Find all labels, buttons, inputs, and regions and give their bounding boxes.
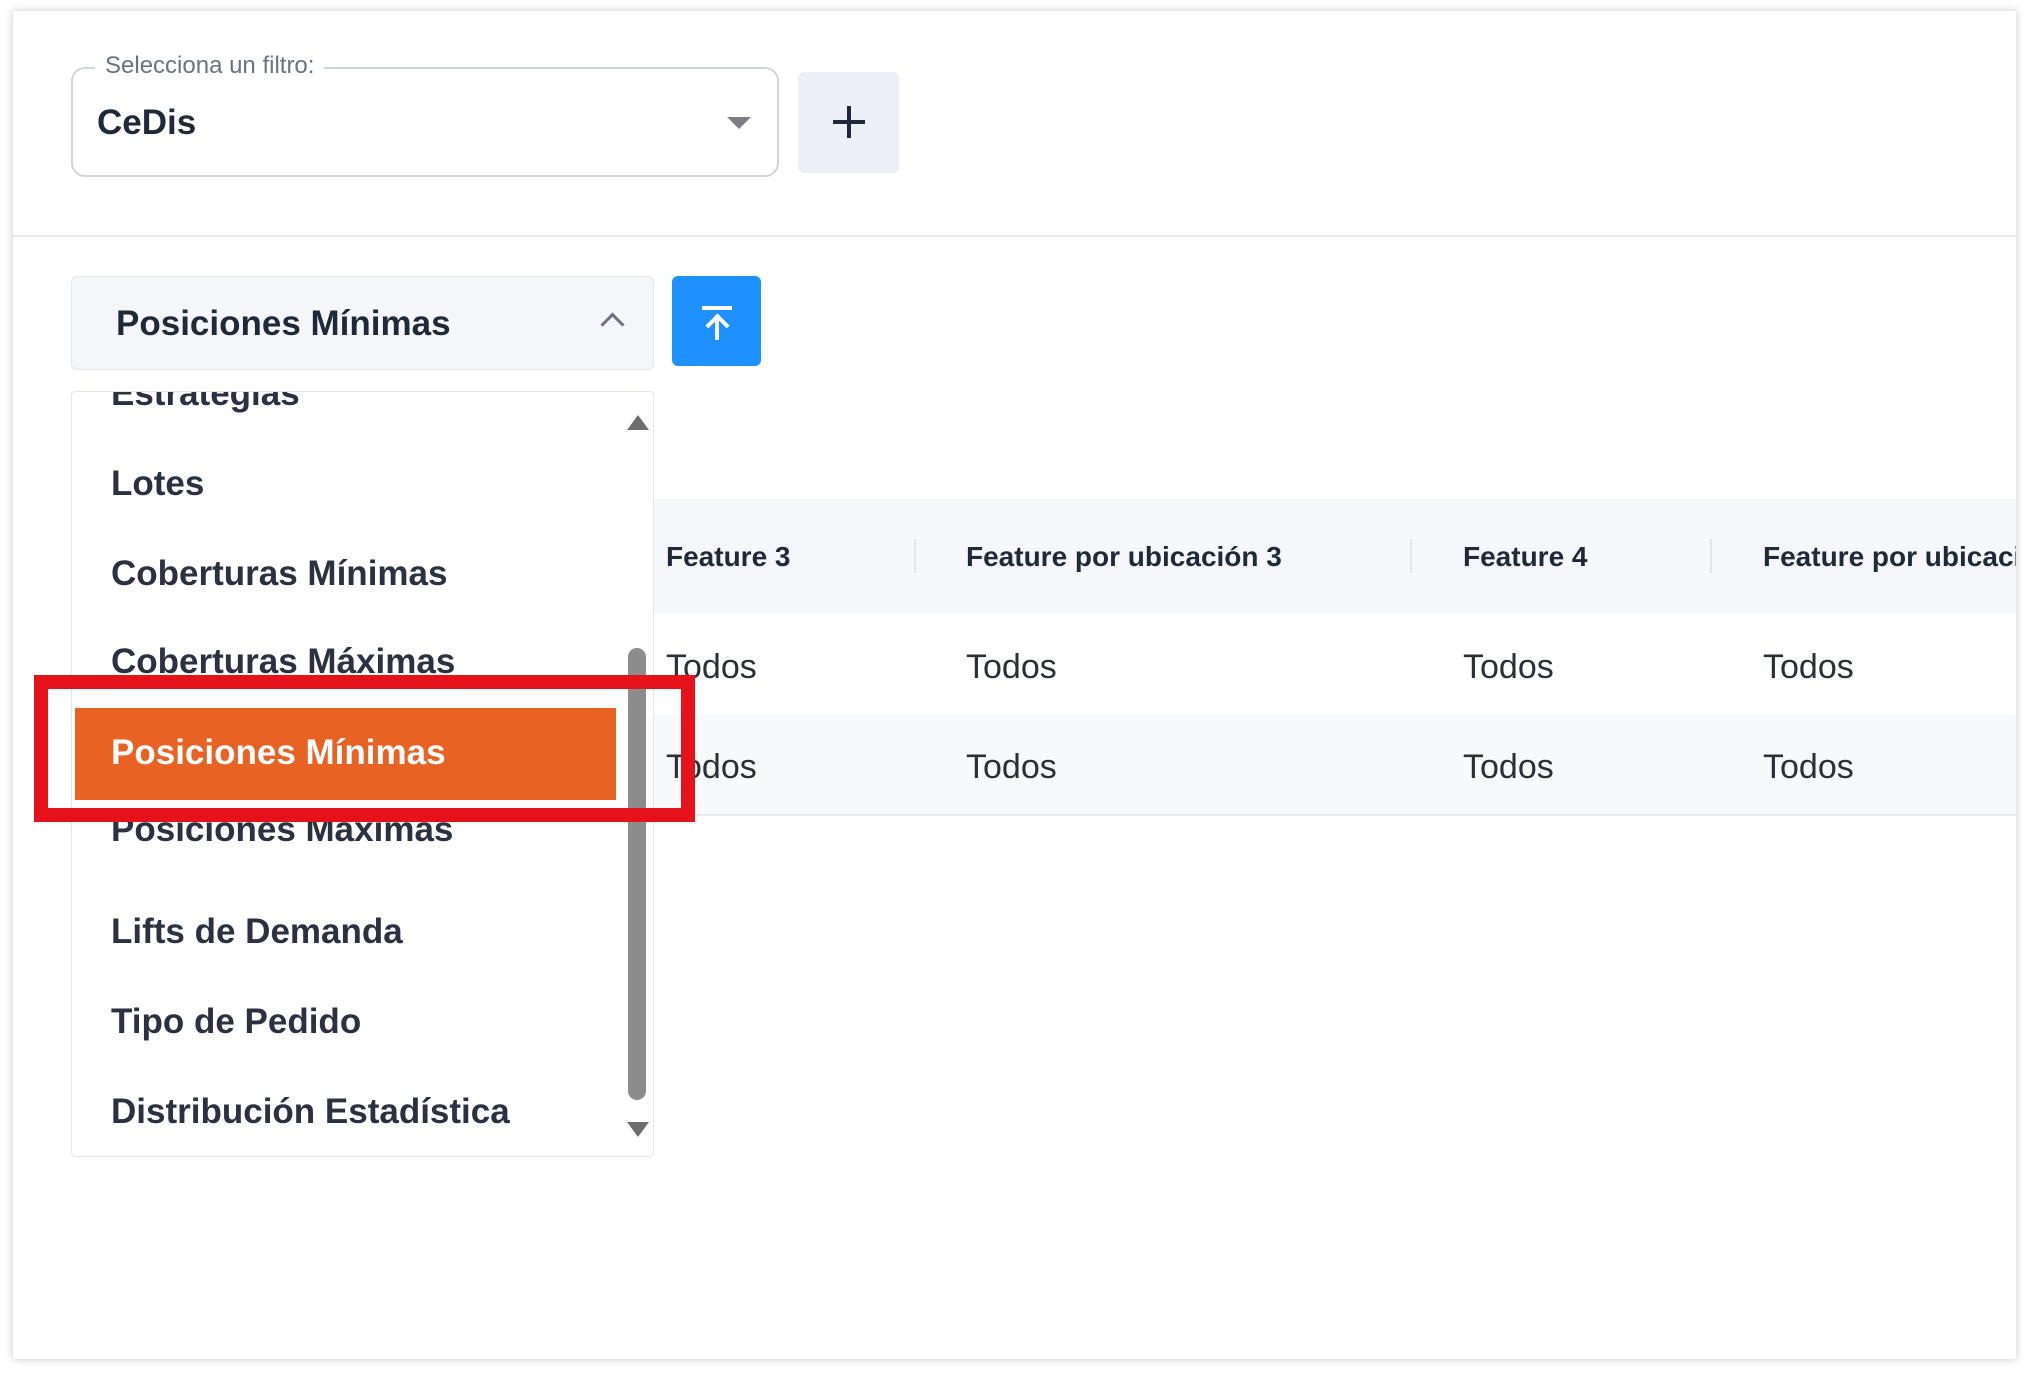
column-header[interactable]: Feature 4: [1463, 541, 1588, 573]
table-cell: Todos: [1763, 648, 1854, 686]
table-cell: Todos: [966, 748, 1057, 786]
table-header: Feature 3 Feature por ubicación 3 Featur…: [653, 499, 2016, 614]
dropdown-option-lotes[interactable]: Lotes: [72, 444, 612, 528]
table-row[interactable]: Todos Todos Todos Todos: [653, 714, 2016, 816]
main-card: Selecciona un filtro: CeDis Posiciones M…: [13, 11, 2016, 1359]
filter-value: CeDis: [97, 103, 197, 142]
filter-select[interactable]: Selecciona un filtro: CeDis: [71, 52, 779, 177]
upload-icon: [702, 306, 732, 310]
filter-label: Selecciona un filtro:: [95, 52, 325, 80]
upload-button[interactable]: [672, 276, 761, 366]
dropdown-option-distribucion-estadistica[interactable]: Distribución Estadística: [72, 1072, 612, 1156]
column-separator[interactable]: [914, 539, 916, 573]
table-cell: Todos: [1463, 748, 1554, 786]
column-header[interactable]: Feature por ubicaci: [1763, 541, 2016, 573]
dropdown-option-posiciones-minimas[interactable]: Posiciones Mínimas: [75, 708, 616, 800]
table-cell: Todos: [666, 748, 757, 786]
table-row[interactable]: Todos Todos Todos Todos: [653, 614, 2016, 716]
chevron-up-icon: [600, 312, 625, 337]
column-separator[interactable]: [1710, 539, 1712, 573]
table-type-dropdown[interactable]: Estrategias Lotes Coberturas Mínimas Cob…: [71, 391, 654, 1157]
table-type-select[interactable]: Posiciones Mínimas: [71, 276, 654, 370]
scrollbar[interactable]: [620, 392, 652, 1156]
table-cell: Todos: [966, 648, 1057, 686]
table-type-value: Posiciones Mínimas: [116, 304, 451, 343]
scroll-down-arrow-icon[interactable]: [627, 1122, 649, 1137]
column-header[interactable]: Feature por ubicación 3: [966, 541, 1282, 573]
table-cell: Todos: [1763, 748, 1854, 786]
section-divider: [13, 235, 2016, 237]
dropdown-option-lifts-de-demanda[interactable]: Lifts de Demanda: [72, 892, 612, 976]
column-header[interactable]: Feature 3: [666, 541, 791, 573]
dropdown-option-tipo-de-pedido[interactable]: Tipo de Pedido: [72, 982, 612, 1066]
dropdown-option-estrategias[interactable]: Estrategias: [72, 392, 612, 438]
dropdown-option-posiciones-maximas[interactable]: Posiciones Máximas: [72, 790, 612, 874]
column-separator[interactable]: [1410, 539, 1412, 573]
add-filter-button[interactable]: [798, 72, 899, 173]
scroll-up-arrow-icon[interactable]: [627, 415, 649, 430]
caret-down-icon: [727, 117, 751, 129]
dropdown-option-coberturas-minimas[interactable]: Coberturas Mínimas: [72, 534, 612, 618]
dropdown-option-coberturas-maximas[interactable]: Coberturas Máximas: [72, 622, 612, 706]
table-cell: Todos: [1463, 648, 1554, 686]
scrollbar-thumb[interactable]: [628, 648, 646, 1100]
table-cell: Todos: [666, 648, 757, 686]
